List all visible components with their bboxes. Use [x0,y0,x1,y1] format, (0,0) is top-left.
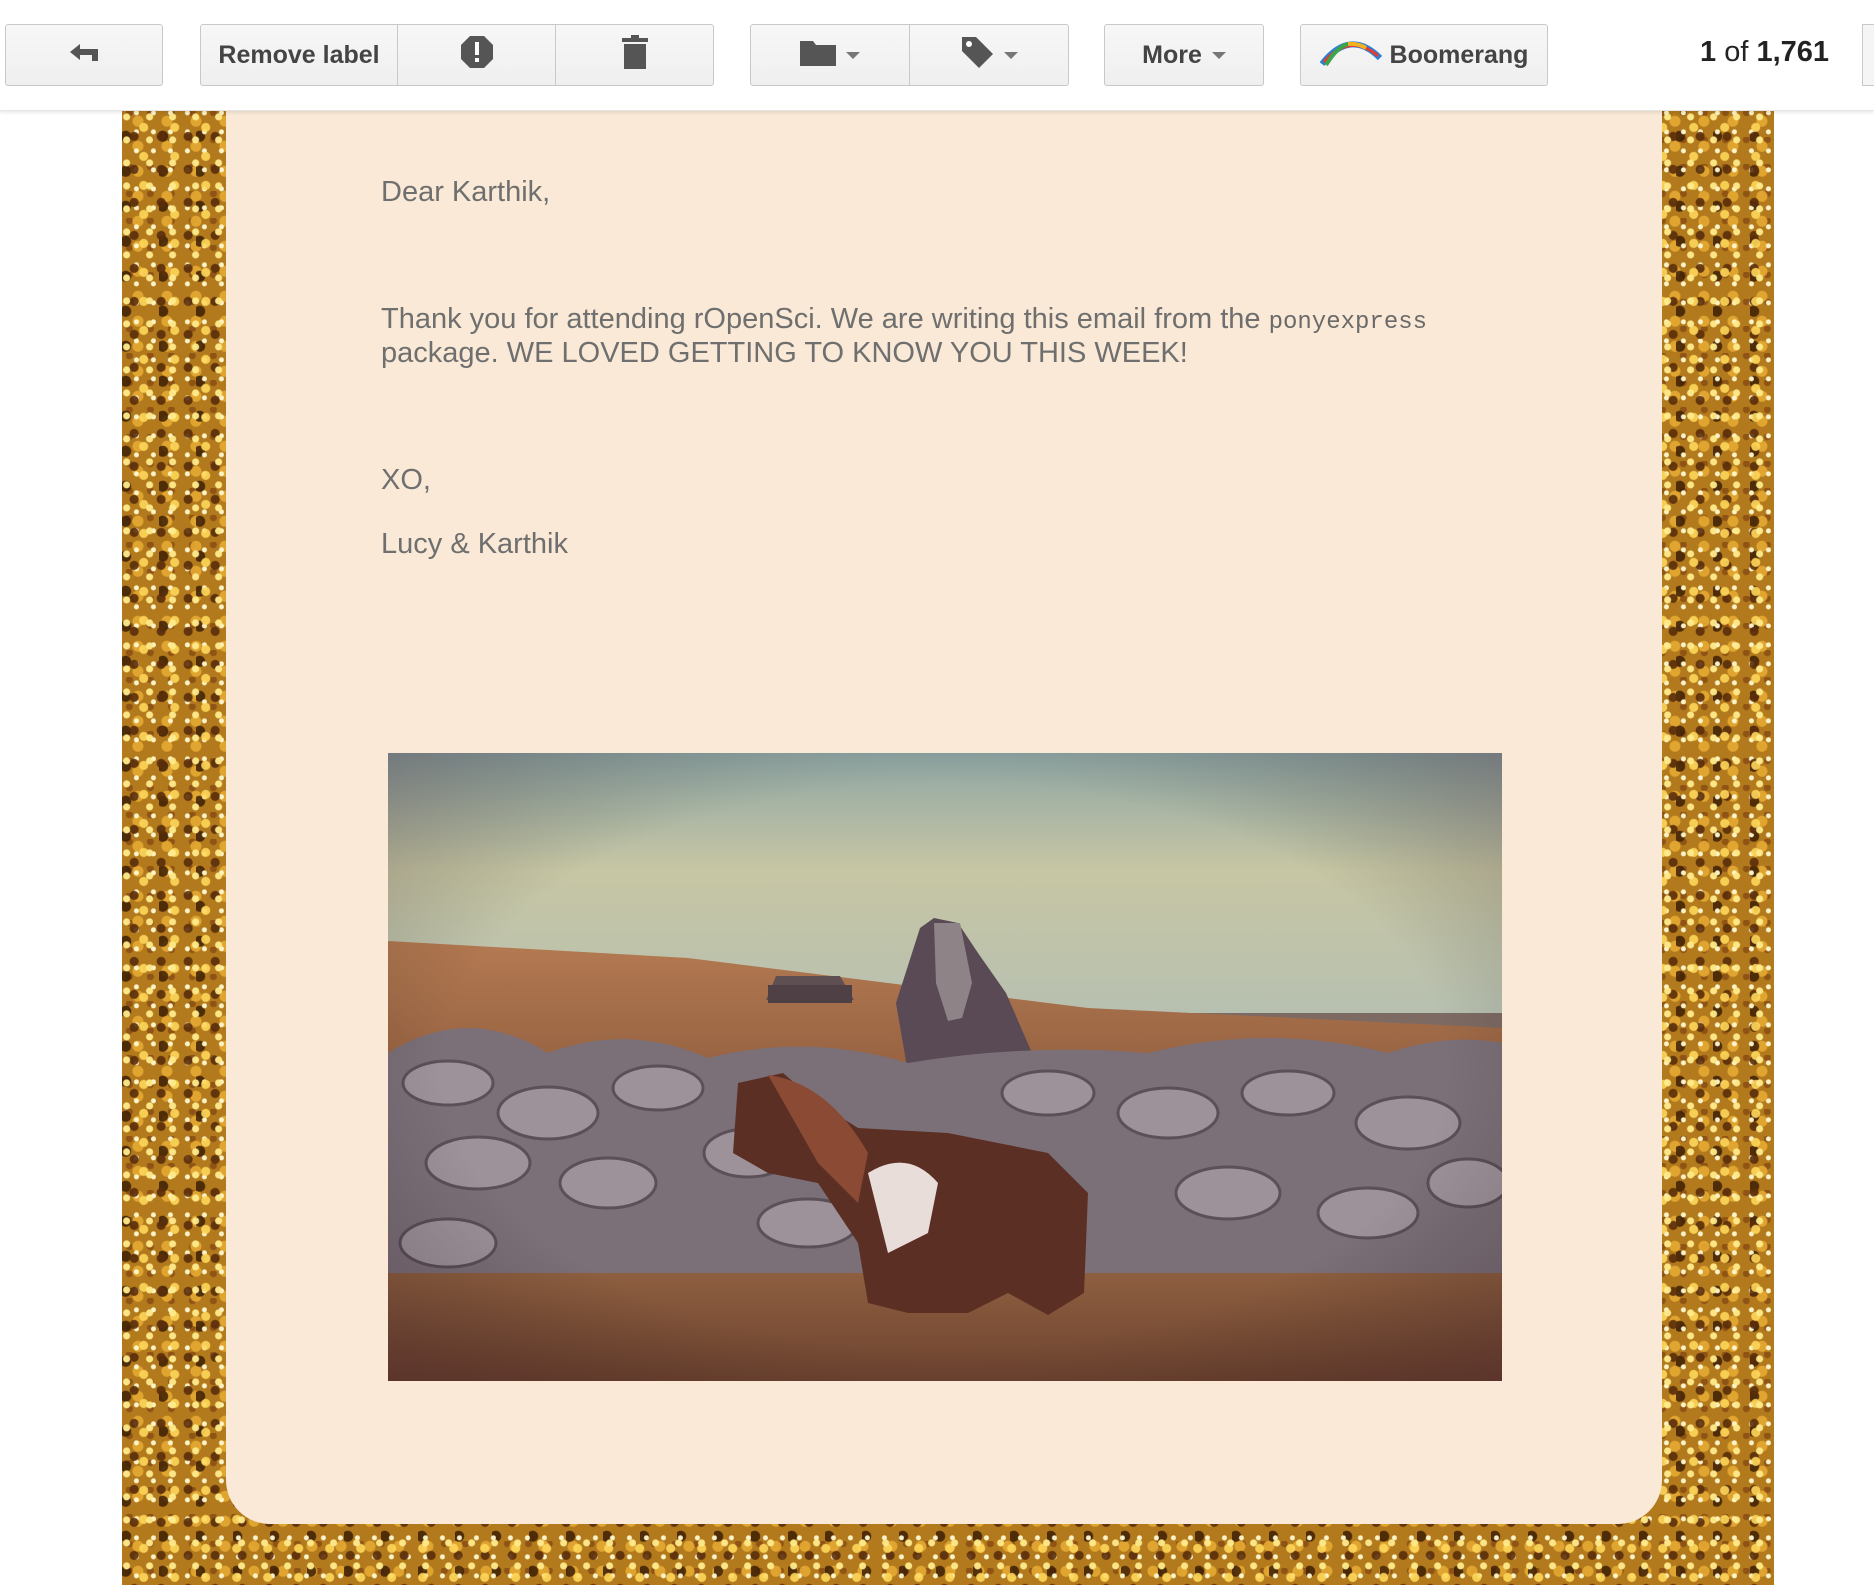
labels-button[interactable] [909,24,1069,86]
folder-icon [800,38,836,73]
body-paragraph: Thank you for attending rOpenSci. We are… [381,304,1481,369]
signature-text: Lucy & Karthik [381,528,568,560]
gmail-toolbar: Remove label More Boomerang 1 of 1,761 [0,0,1874,111]
boomerang-button[interactable]: Boomerang [1300,24,1548,86]
trash-icon [621,34,649,76]
counter-total: 1,761 [1756,36,1830,68]
report-spam-button[interactable] [397,24,556,86]
chevron-down-icon [1004,51,1018,59]
back-arrow-icon [68,41,100,70]
signoff-text: XO, [381,464,431,496]
tag-icon [960,35,994,76]
remove-label-button[interactable]: Remove label [200,24,398,86]
boomerang-label: Boomerang [1389,40,1529,69]
more-button[interactable]: More [1104,24,1264,86]
chevron-down-icon [1211,51,1226,59]
back-button[interactable] [5,24,163,86]
ponies-photo [388,753,1502,1381]
boomerang-icon [1319,38,1382,73]
delete-button[interactable] [555,24,714,86]
report-spam-icon [460,35,494,76]
counter-of: of [1724,36,1749,68]
greeting-text: Dear Karthik, [381,176,551,208]
newer-button[interactable] [1862,24,1874,86]
body-text-part1: Thank you for attending rOpenSci. We are… [381,303,1269,335]
move-to-button[interactable] [750,24,910,86]
body-text-part2: package. WE LOVED GETTING TO KNOW YOU TH… [381,337,1188,369]
message-counter: 1 of 1,761 [1700,36,1829,69]
package-name-code: ponyexpress [1268,309,1428,336]
chevron-down-icon [846,51,860,59]
counter-current: 1 [1700,36,1717,68]
remove-label-text: Remove label [218,40,380,69]
more-label: More [1142,40,1202,69]
